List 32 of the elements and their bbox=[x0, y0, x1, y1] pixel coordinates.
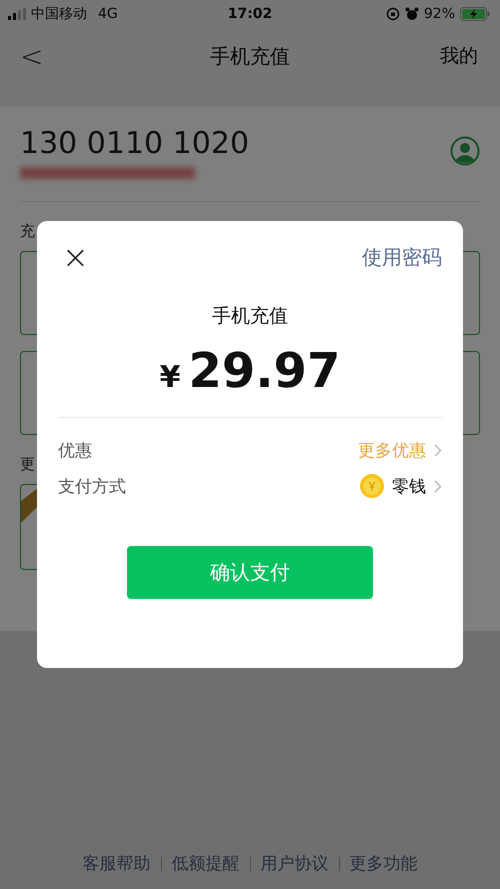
payment-amount: 29.97 bbox=[188, 343, 340, 399]
section-label: 充 bbox=[20, 222, 35, 240]
back-button[interactable]: < bbox=[20, 40, 44, 72]
carrier-name: 中国移动 bbox=[31, 5, 87, 23]
coin-icon bbox=[360, 474, 384, 498]
chevron-icon bbox=[434, 444, 442, 456]
section-label: 更 bbox=[20, 455, 35, 473]
payment-method[interactable]: 零钱 bbox=[392, 474, 426, 498]
footer-link[interactable]: 客服帮助 bbox=[82, 852, 150, 875]
confirm-payment-button[interactable]: 确认支付 bbox=[127, 546, 373, 599]
contact-icon[interactable] bbox=[450, 136, 480, 166]
phone-number: 130 0110 1020 bbox=[20, 126, 250, 161]
dialog-title: 手机充值 bbox=[212, 304, 288, 329]
network-type: 4G bbox=[98, 6, 118, 22]
my-link[interactable]: 我的 bbox=[440, 43, 478, 69]
battery-percent: 92% bbox=[424, 6, 455, 22]
rotation-lock-icon bbox=[386, 7, 400, 21]
more-discounts-link[interactable]: 更多优惠 bbox=[358, 438, 426, 462]
row-label: 支付方式 bbox=[58, 476, 126, 498]
clock: 17:02 bbox=[228, 6, 272, 22]
page-title: 手机充值 bbox=[210, 42, 290, 70]
use-password-link[interactable]: 使用密码 bbox=[362, 244, 442, 270]
signal-icon bbox=[8, 8, 26, 20]
footer-link[interactable]: 更多功能 bbox=[350, 852, 418, 875]
footer-link[interactable]: 用户协议 bbox=[260, 852, 328, 875]
alarm-icon bbox=[404, 7, 419, 21]
close-button[interactable]: × bbox=[58, 241, 93, 273]
currency-symbol: ¥ bbox=[160, 360, 181, 395]
row-label: 优惠 bbox=[58, 440, 92, 462]
ribbon-icon bbox=[21, 487, 39, 523]
footer-link[interactable]: 低额提醒 bbox=[172, 852, 240, 875]
chevron-icon bbox=[434, 480, 442, 492]
